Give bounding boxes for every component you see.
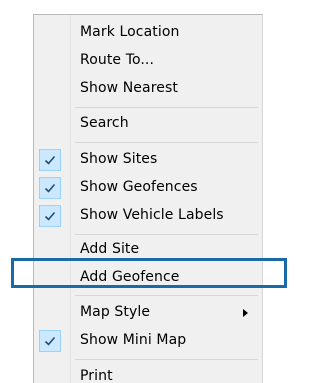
menu-item-label: Print xyxy=(80,368,113,383)
menu-item-show-nearest[interactable]: Show Nearest xyxy=(34,76,262,102)
menu-item-add-site[interactable]: Add Site xyxy=(34,237,262,263)
menu-item-label: Mark Location xyxy=(80,24,180,40)
menu-separator xyxy=(75,295,258,296)
menu-item-label: Show Geofences xyxy=(80,179,198,195)
menu-item-search[interactable]: Search xyxy=(34,111,262,137)
menu-item-add-geofence[interactable]: Add Geofence xyxy=(34,265,262,291)
menu-separator xyxy=(75,107,258,108)
context-menu: Mark Location Route To... Show Nearest S… xyxy=(33,14,263,383)
menu-item-show-sites[interactable]: Show Sites xyxy=(34,147,262,173)
menu-item-route-to[interactable]: Route To... xyxy=(34,48,262,74)
menu-item-label: Map Style xyxy=(80,304,151,320)
menu-separator xyxy=(75,359,258,360)
menu-item-map-style[interactable]: Map Style xyxy=(34,300,262,326)
menu-separator xyxy=(75,234,258,235)
menu-item-label: Add Geofence xyxy=(80,269,180,285)
menu-item-label: Show Sites xyxy=(80,151,158,167)
chevron-right-icon xyxy=(243,309,248,317)
menu-separator xyxy=(75,142,258,143)
menu-item-label: Show Nearest xyxy=(80,80,178,96)
menu-item-label: Route To... xyxy=(80,52,155,68)
menu-item-label: Show Mini Map xyxy=(80,332,187,348)
menu-item-show-geofences[interactable]: Show Geofences xyxy=(34,175,262,201)
check-icon xyxy=(39,205,61,227)
menu-item-label: Search xyxy=(80,115,129,131)
check-icon xyxy=(39,149,61,171)
menu-item-label: Add Site xyxy=(80,241,140,257)
menu-item-show-mini-map[interactable]: Show Mini Map xyxy=(34,328,262,354)
menu-item-show-vehicle-labels[interactable]: Show Vehicle Labels xyxy=(34,203,262,229)
check-icon xyxy=(39,330,61,352)
menu-item-mark-location[interactable]: Mark Location xyxy=(34,20,262,46)
menu-item-print[interactable]: Print xyxy=(34,364,262,383)
menu-item-label: Show Vehicle Labels xyxy=(80,207,224,223)
check-icon xyxy=(39,177,61,199)
